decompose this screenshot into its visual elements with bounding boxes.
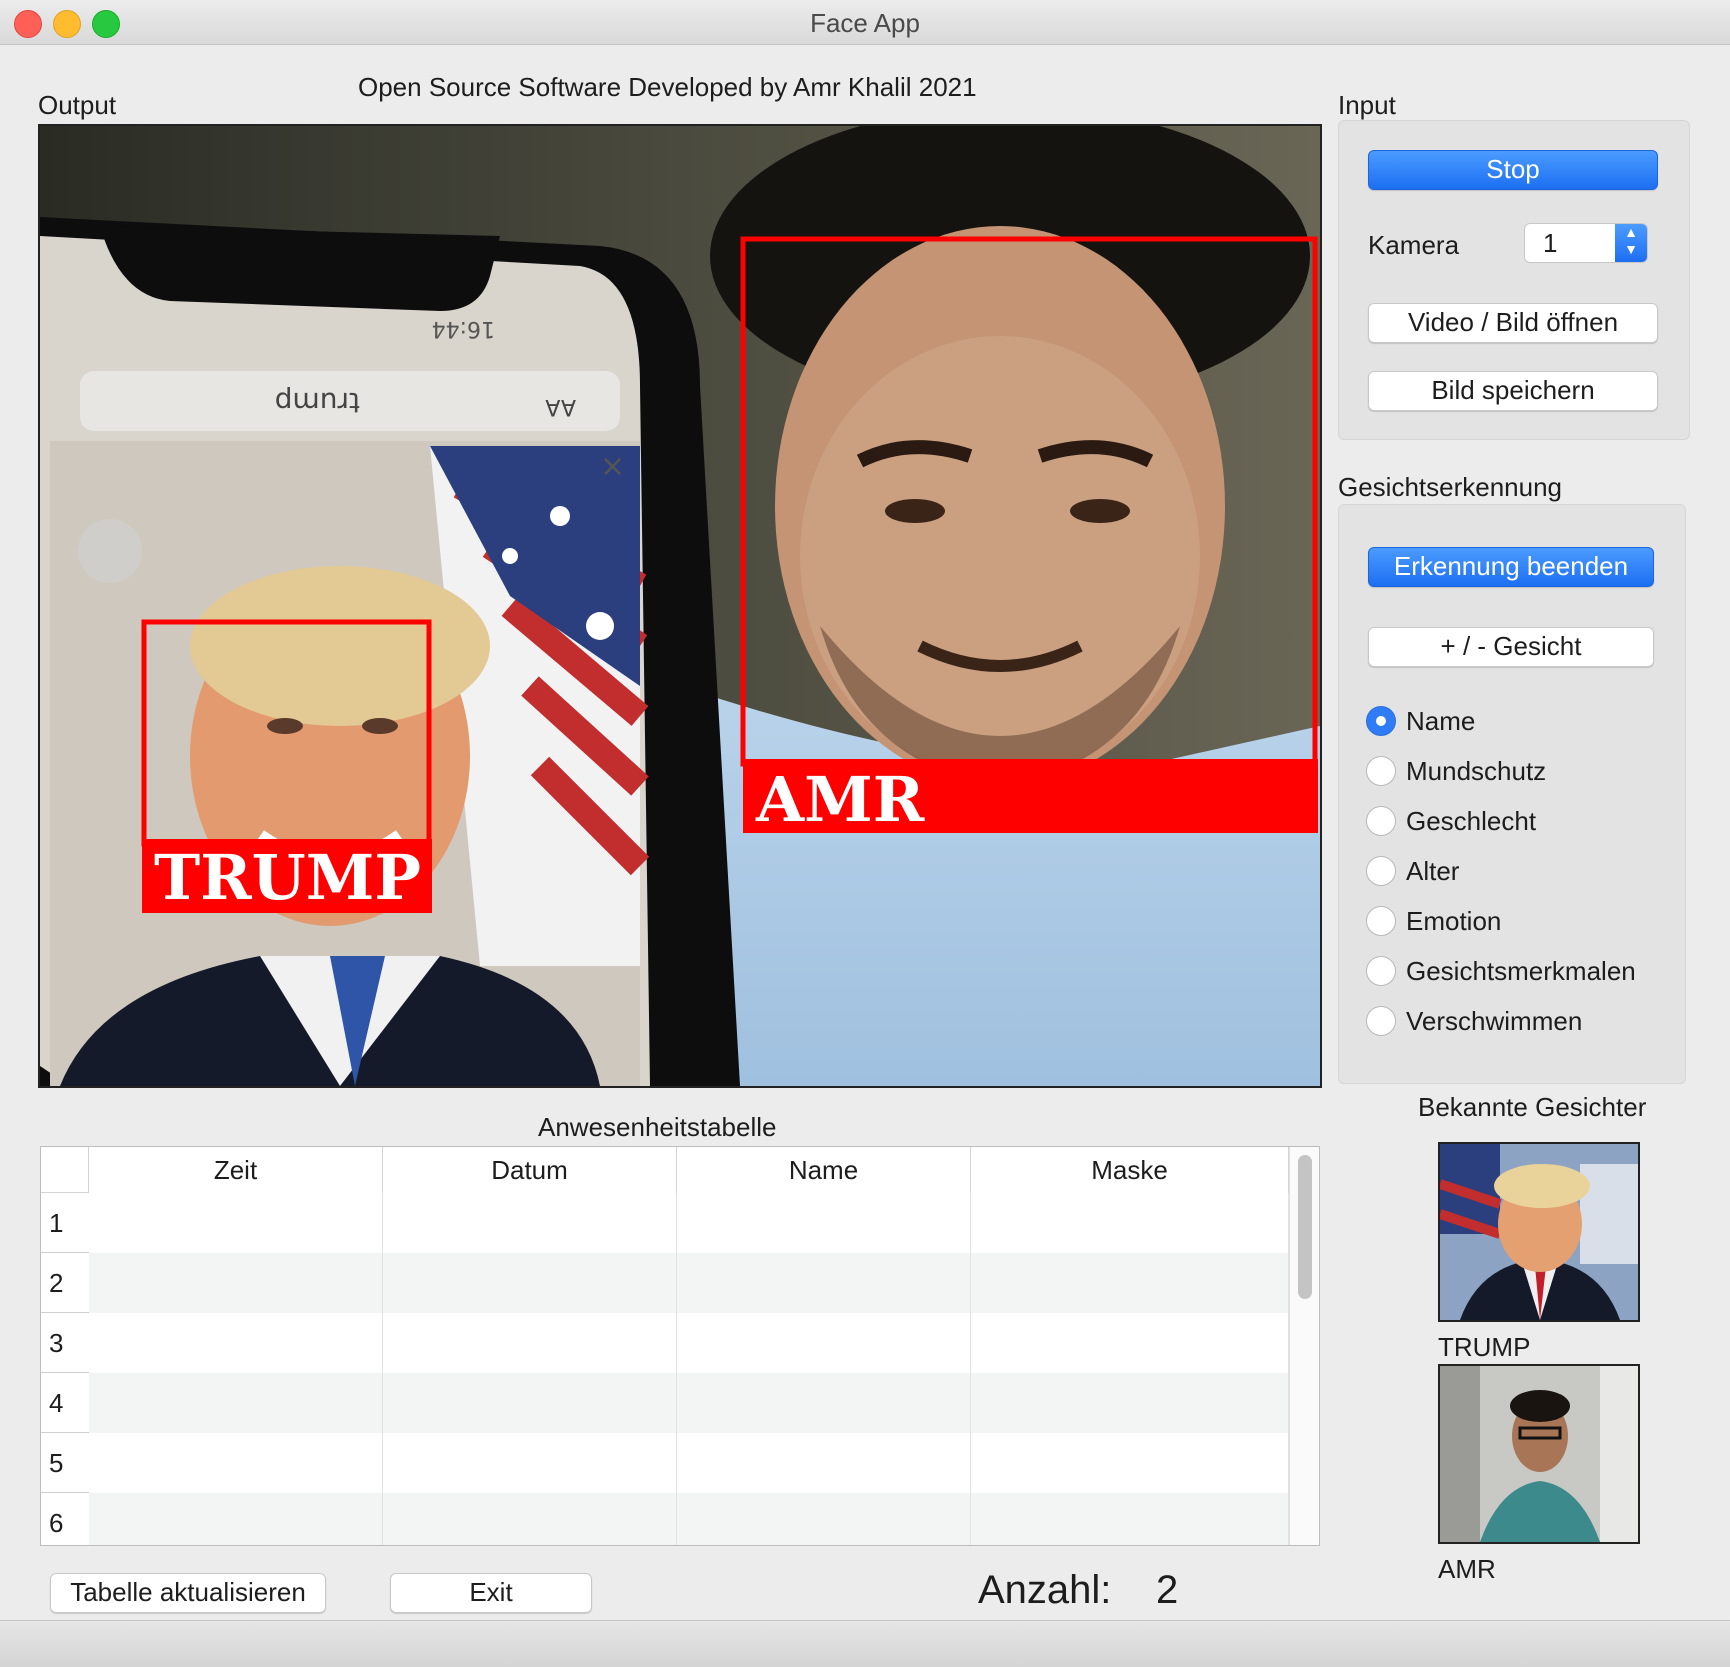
table-cell[interactable] <box>89 1433 383 1493</box>
table-cell[interactable] <box>971 1493 1289 1545</box>
radio-icon[interactable] <box>1366 756 1396 786</box>
title-bar: Face App <box>0 0 1730 45</box>
table-cell[interactable] <box>971 1253 1289 1313</box>
radio-icon[interactable] <box>1366 806 1396 836</box>
phone-aa-text: AA <box>545 394 576 419</box>
table-cell[interactable] <box>89 1313 383 1373</box>
table-cell[interactable] <box>383 1253 677 1313</box>
camera-select[interactable]: 1 ▲ ▼ <box>1524 223 1648 263</box>
table-row[interactable] <box>89 1253 1319 1313</box>
add-remove-face-button[interactable]: + / - Gesicht <box>1368 627 1654 667</box>
radio-icon[interactable] <box>1366 856 1396 886</box>
column-header-maske[interactable]: Maske <box>971 1147 1289 1193</box>
table-cell[interactable] <box>383 1193 677 1253</box>
phone-time-text: 16:44 <box>432 316 495 341</box>
table-cell[interactable] <box>971 1373 1289 1433</box>
stepper-chevrons-icon[interactable]: ▲ ▼ <box>1615 224 1647 262</box>
known-face-trump-name: TRUMP <box>1438 1332 1531 1362</box>
table-cell[interactable] <box>383 1313 677 1373</box>
face-label-trump: TRUMP <box>154 841 421 914</box>
column-header-datum[interactable]: Datum <box>383 1147 677 1193</box>
table-cell[interactable] <box>677 1373 971 1433</box>
camera-value: 1 <box>1543 228 1558 258</box>
table-cell[interactable] <box>677 1493 971 1545</box>
open-video-image-button[interactable]: Video / Bild öffnen <box>1368 303 1658 343</box>
known-face-trump-image <box>1438 1142 1640 1322</box>
table-cell[interactable] <box>971 1433 1289 1493</box>
svg-text:×: × <box>600 449 625 484</box>
status-bar <box>0 1620 1730 1667</box>
table-row[interactable] <box>89 1193 1319 1253</box>
refresh-table-button[interactable]: Tabelle aktualisieren <box>50 1573 326 1613</box>
column-header-zeit[interactable]: Zeit <box>89 1147 383 1193</box>
table-cell[interactable] <box>677 1253 971 1313</box>
table-cell[interactable] <box>89 1193 383 1253</box>
credit-text: Open Source Software Developed by Amr Kh… <box>358 72 977 102</box>
table-row[interactable] <box>89 1373 1319 1433</box>
output-label: Output <box>38 90 117 120</box>
row-header: 6 <box>41 1493 89 1545</box>
radio-selected-icon[interactable] <box>1366 706 1396 736</box>
radio-icon[interactable] <box>1366 956 1396 986</box>
attendance-title: Anwesenheitstabelle <box>538 1112 777 1142</box>
recognition-section-label: Gesichtserkennung <box>1338 472 1563 502</box>
input-section-label: Input <box>1338 90 1396 120</box>
row-header: 1 <box>41 1193 89 1253</box>
table-row[interactable] <box>89 1313 1319 1373</box>
count-value: 2 <box>1156 1568 1179 1612</box>
row-header: 3 <box>41 1313 89 1373</box>
table-cell[interactable] <box>677 1193 971 1253</box>
table-row[interactable] <box>89 1433 1319 1493</box>
radio-icon[interactable] <box>1366 1006 1396 1036</box>
row-header: 5 <box>41 1433 89 1493</box>
radio-icon[interactable] <box>1366 906 1396 936</box>
attendance-table[interactable]: Zeit Datum Name Maske 1 2 3 4 5 6 <box>40 1146 1320 1546</box>
stop-button[interactable]: Stop <box>1368 150 1658 190</box>
table-row[interactable] <box>89 1493 1319 1545</box>
camera-frame-image: 16:44 trump AA × AMR TRUMP <box>40 126 1320 1086</box>
table-cell[interactable] <box>677 1313 971 1373</box>
camera-label: Kamera <box>1368 230 1460 260</box>
scrollbar-thumb[interactable] <box>1298 1155 1312 1299</box>
row-header: 2 <box>41 1253 89 1313</box>
column-header-name[interactable]: Name <box>677 1147 971 1193</box>
save-image-button[interactable]: Bild speichern <box>1368 371 1658 411</box>
table-cell[interactable] <box>383 1373 677 1433</box>
table-cell[interactable] <box>971 1313 1289 1373</box>
table-cell[interactable] <box>383 1493 677 1545</box>
known-faces-label: Bekannte Gesichter <box>1418 1092 1647 1122</box>
table-cell[interactable] <box>971 1193 1289 1253</box>
phone-url-text: trump <box>275 386 360 419</box>
table-scrollbar[interactable] <box>1289 1147 1319 1545</box>
table-cell[interactable] <box>383 1433 677 1493</box>
row-header: 4 <box>41 1373 89 1433</box>
recognition-panel <box>1338 504 1686 1084</box>
video-output: 16:44 trump AA × AMR TRUMP <box>38 124 1322 1088</box>
table-cell[interactable] <box>89 1493 383 1545</box>
known-face-amr-name: AMR <box>1438 1554 1496 1584</box>
table-cell[interactable] <box>677 1433 971 1493</box>
exit-button[interactable]: Exit <box>390 1573 592 1613</box>
table-cell[interactable] <box>89 1253 383 1313</box>
end-recognition-button[interactable]: Erkennung beenden <box>1368 547 1654 587</box>
table-cell[interactable] <box>89 1373 383 1433</box>
face-label-amr: AMR <box>755 763 925 836</box>
known-face-amr-image <box>1438 1364 1640 1544</box>
table-corner <box>41 1147 89 1193</box>
window-title: Face App <box>810 8 920 38</box>
count-label: Anzahl: <box>978 1568 1112 1612</box>
